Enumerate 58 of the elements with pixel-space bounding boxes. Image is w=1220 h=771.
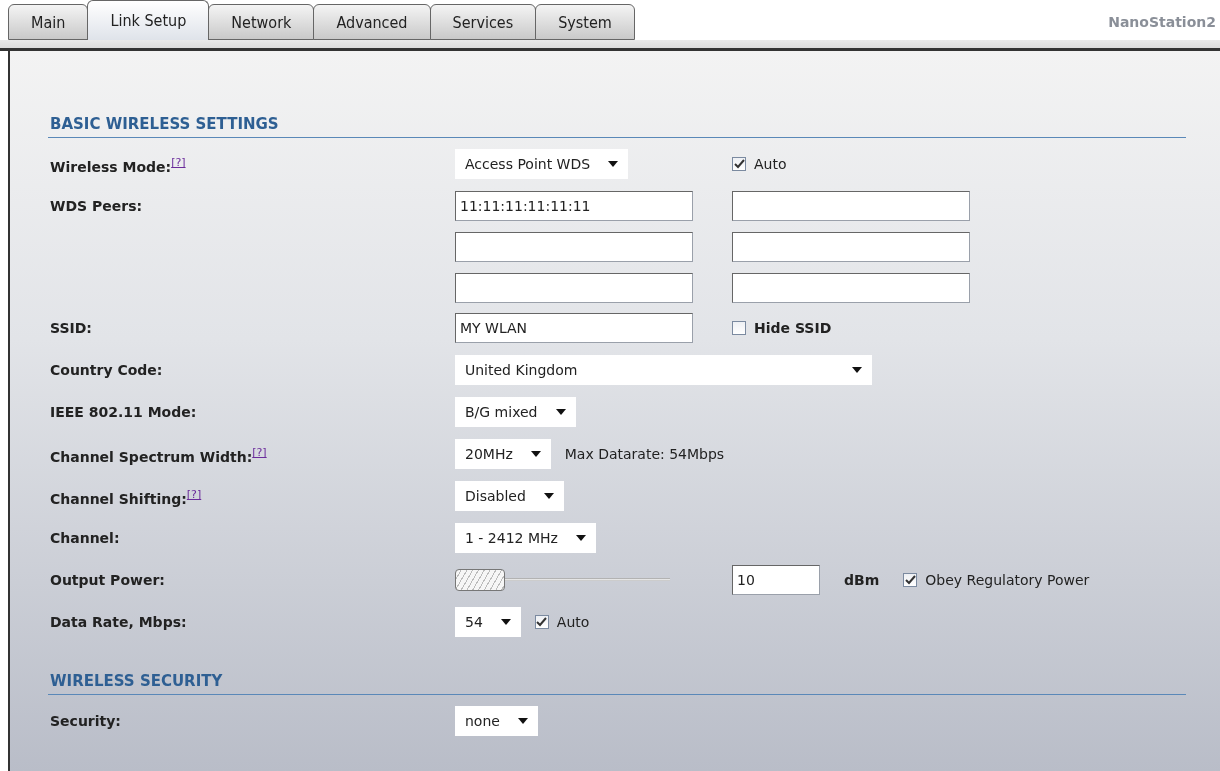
field-label: Output Power: [49, 571, 166, 588]
field-label: Channel Spectrum Width:$^{[?]}$ [49, 445, 268, 465]
caret-icon [608, 161, 619, 167]
help-link[interactable]: [?] [171, 156, 186, 169]
checkbox[interactable] [903, 573, 918, 587]
device-name: NanoStation2 [1108, 13, 1217, 32]
checkbox[interactable] [534, 615, 549, 629]
input-field[interactable]: MY WLAN [455, 313, 693, 343]
tab[interactable]: Advanced [313, 4, 431, 40]
dropdown[interactable]: none [455, 706, 538, 736]
field-label: IEEE 802.11 Mode: [49, 403, 198, 420]
input-field[interactable] [732, 273, 970, 303]
tab[interactable]: Main [8, 4, 89, 40]
field-label: Channel Shifting:$^{[?]}$ [49, 487, 203, 507]
dropdown[interactable]: Disabled [455, 481, 564, 511]
checkbox[interactable] [732, 157, 746, 171]
field-label: Security: [49, 712, 122, 729]
tab[interactable]: System [535, 4, 635, 40]
dropdown[interactable]: United Kingdom [455, 355, 872, 385]
tab[interactable]: Services [429, 4, 537, 40]
dropdown[interactable]: B/G mixed [455, 397, 576, 427]
tab[interactable]: Link Setup [87, 0, 210, 40]
caret-icon [575, 535, 586, 541]
help-link[interactable]: [?] [186, 488, 202, 501]
checkbox-label[interactable]: Auto [534, 614, 590, 630]
dropdown[interactable]: 20MHz [455, 439, 551, 469]
input-field[interactable] [732, 191, 970, 221]
unit-label: dBm [844, 572, 880, 588]
section-heading: BASIC WIRELESS SETTINGS [48, 115, 1186, 138]
field-label: Data Rate, Mbps: [49, 613, 188, 630]
input-field[interactable] [732, 232, 970, 262]
dropdown[interactable]: Access Point WDS [455, 149, 629, 179]
tab[interactable]: Network [208, 4, 315, 40]
field-label: Channel: [49, 529, 121, 546]
input-field[interactable] [455, 232, 693, 262]
slider-thumb[interactable] [455, 569, 505, 591]
checkbox-label[interactable]: Obey Regulatory Power [903, 572, 1090, 588]
dropdown[interactable]: 54 [455, 607, 521, 637]
caret-icon [517, 718, 528, 724]
caret-icon [555, 409, 566, 415]
checkbox-label[interactable]: Hide SSID [732, 320, 832, 336]
dropdown[interactable]: 1 - 2412 MHz [455, 523, 596, 553]
field-label: Wireless Mode:$^{[?]}$ [49, 155, 187, 175]
max-datarate-text: Max Datarate: 54Mbps [564, 446, 725, 462]
caret-icon [852, 367, 862, 373]
section-heading: WIRELESS SECURITY [48, 672, 1186, 695]
input-field[interactable]: 11:11:11:11:11:11 [455, 191, 693, 221]
caret-icon [530, 451, 541, 457]
input-field[interactable]: 10 [732, 565, 820, 595]
caret-icon [543, 493, 554, 499]
checkbox-label[interactable]: Auto [732, 156, 787, 172]
field-label: Country Code: [49, 361, 164, 378]
help-link[interactable]: [?] [252, 446, 267, 459]
input-field[interactable] [455, 273, 693, 303]
field-label: SSID: [49, 319, 93, 336]
caret-icon [500, 619, 511, 625]
checkbox[interactable] [732, 321, 746, 335]
field-label: WDS Peers: [49, 197, 144, 214]
